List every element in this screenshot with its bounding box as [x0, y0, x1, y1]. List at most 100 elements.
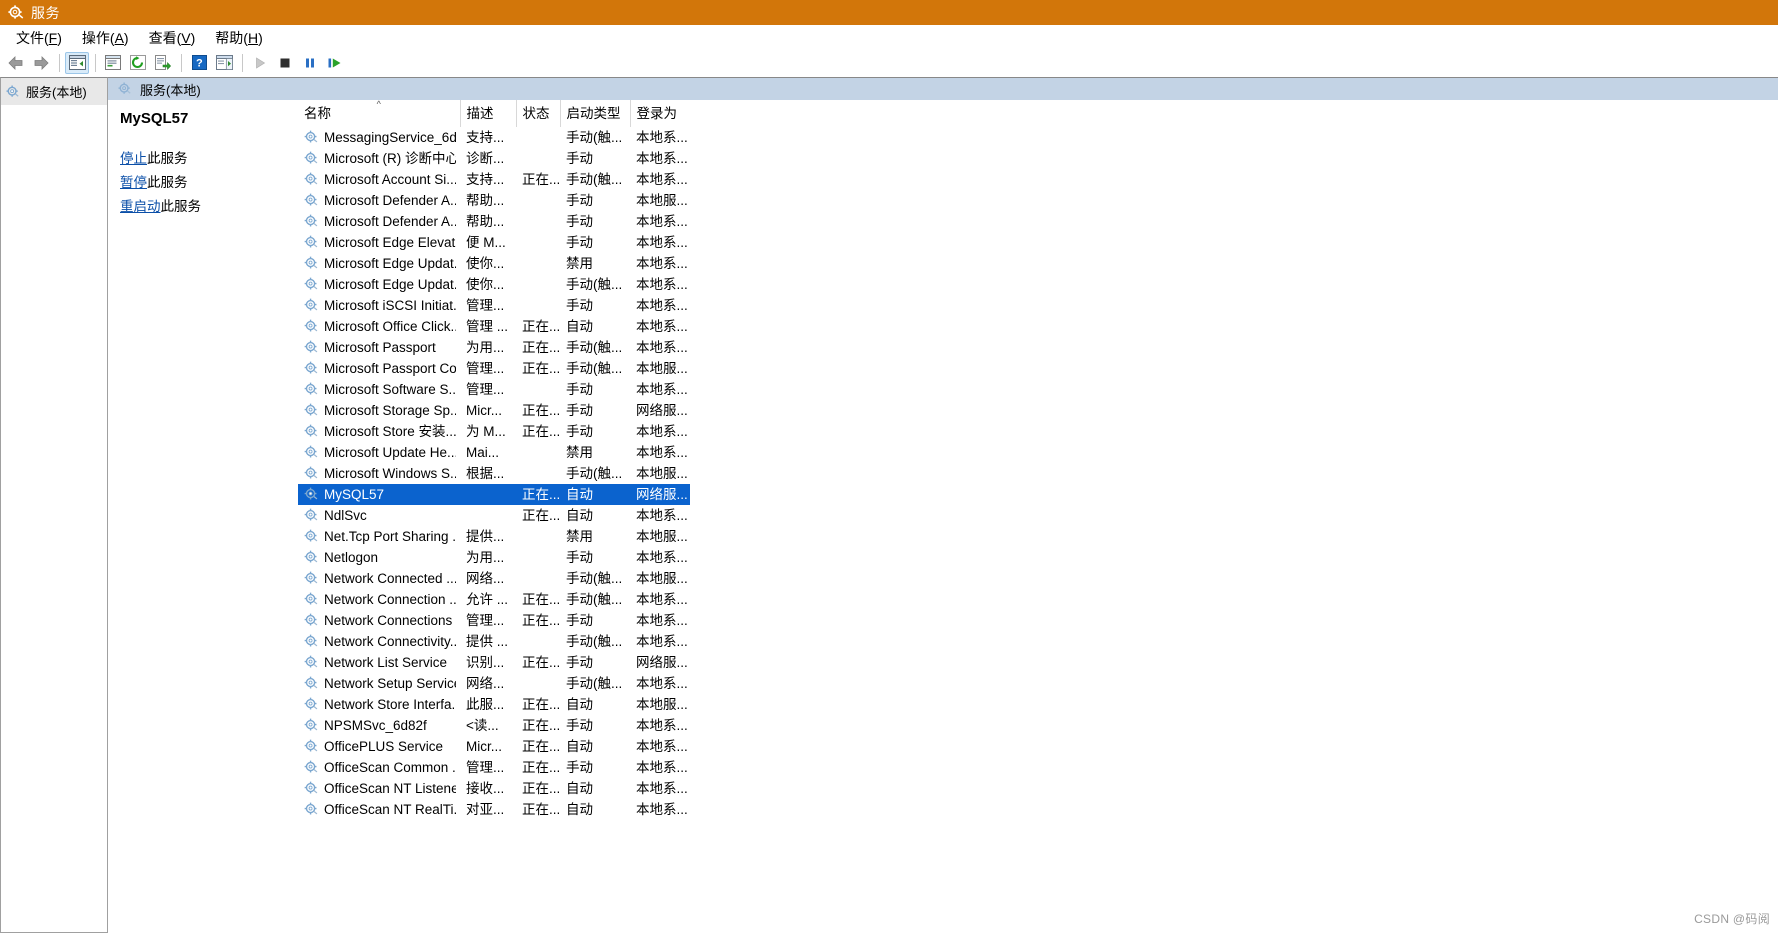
- service-gear-icon: [304, 634, 319, 649]
- menu-file[interactable]: 文件(F): [6, 26, 72, 50]
- table-row[interactable]: Network Connection ... 允许 ... 正在... 手动(触...…: [298, 589, 690, 610]
- stop-link-text[interactable]: 停止: [120, 151, 147, 166]
- column-header-description[interactable]: 描述: [460, 100, 517, 127]
- sidebar-item-label: 服务(本地): [26, 85, 87, 100]
- table-row[interactable]: Microsoft Account Si... 支持... 正在... 手动(触...…: [298, 169, 690, 190]
- stop-link-suffix: 此服务: [147, 151, 188, 166]
- cell-status: [516, 631, 560, 652]
- table-row[interactable]: MessagingService_6d... 支持... 手动(触... 本地系...: [298, 127, 690, 148]
- sidebar-item-services-local[interactable]: 服务(本地): [1, 78, 107, 105]
- table-row[interactable]: OfficeScan NT Listener 接收... 正在... 自动 本地系...: [298, 778, 690, 799]
- table-row[interactable]: Network List Service 识别... 正在... 手动 网络服...: [298, 652, 690, 673]
- column-header-startup-type[interactable]: 启动类型: [560, 100, 631, 127]
- cell-startup-type: 禁用: [566, 445, 593, 460]
- cell-service-name: Microsoft Software S...: [298, 379, 460, 400]
- cell-service-name: Microsoft Windows S...: [298, 463, 460, 484]
- table-row[interactable]: Microsoft Storage Sp... Micr... 正在... 手动 网络服…: [298, 400, 690, 421]
- cell-log-on-as: 本地系...: [636, 592, 688, 607]
- table-row[interactable]: Net.Tcp Port Sharing ... 提供... 禁用 本地服...: [298, 526, 690, 547]
- restart-link-text[interactable]: 重启动: [120, 199, 161, 214]
- cell-description: 允许 ...: [466, 592, 509, 607]
- table-row[interactable]: Microsoft Edge Updat... 使你... 禁用 本地系...: [298, 253, 690, 274]
- menu-file-accel: F: [48, 29, 58, 46]
- table-row[interactable]: Microsoft Passport Co... 管理... 正在... 手动(触..…: [298, 358, 690, 379]
- start-service-icon[interactable]: [248, 52, 272, 74]
- menu-view[interactable]: 查看(V): [139, 26, 206, 50]
- service-gear-icon: [304, 781, 319, 796]
- table-row[interactable]: Microsoft Edge Updat... 使你... 手动(触... 本地系..…: [298, 274, 690, 295]
- table-row[interactable]: Microsoft Defender A... 帮助... 手动 本地服...: [298, 190, 690, 211]
- table-row[interactable]: Network Store Interfa... 此服... 正在... 自动 本地服.…: [298, 694, 690, 715]
- service-name-text: Netlogon: [324, 550, 379, 565]
- cell-startup-type: 手动(触...: [566, 340, 623, 355]
- service-name-text: Microsoft Passport: [324, 340, 436, 355]
- table-row[interactable]: Microsoft iSCSI Initiat... 管理... 手动 本地系...: [298, 295, 690, 316]
- refresh-icon[interactable]: [126, 52, 150, 74]
- cell-description: 根据...: [466, 466, 505, 481]
- table-row[interactable]: Network Connections 管理... 正在... 手动 本地系...: [298, 610, 690, 631]
- cell-log-on-as: 本地系...: [636, 382, 688, 397]
- pause-service-icon[interactable]: [298, 52, 322, 74]
- table-row[interactable]: Microsoft Software S... 管理... 手动 本地系...: [298, 379, 690, 400]
- cell-service-name: Network Connected ...: [298, 568, 460, 589]
- properties-icon[interactable]: [101, 52, 125, 74]
- table-row[interactable]: NPSMSvc_6d82f <读... 正在... 手动 本地系...: [298, 715, 690, 736]
- cell-description: 接收...: [466, 781, 505, 796]
- table-row[interactable]: OfficeScan NT RealTi... 对亚... 正在... 自动 本地系..…: [298, 799, 690, 820]
- selected-service-name: MySQL57: [120, 110, 189, 127]
- table-row[interactable]: OfficePLUS Service Micr... 正在... 自动 本地系...: [298, 736, 690, 757]
- cell-log-on-as: 本地系...: [636, 130, 688, 145]
- menu-help[interactable]: 帮助(H): [205, 26, 272, 50]
- table-row[interactable]: Microsoft Office Click... 管理 ... 正在... 自动 本地…: [298, 316, 690, 337]
- table-row[interactable]: Network Setup Service 网络... 手动(触... 本地系...: [298, 673, 690, 694]
- table-row[interactable]: Network Connectivity... 提供 ... 手动(触... 本地系.…: [298, 631, 690, 652]
- table-row[interactable]: Microsoft Store 安装... 为 M... 正在... 手动 本地系...: [298, 421, 690, 442]
- stop-this-service-link[interactable]: 停止此服务: [120, 149, 286, 170]
- show-hide-console-tree-icon[interactable]: [65, 51, 89, 74]
- toolbar-separator: [59, 53, 60, 72]
- cell-log-on-as: 本地服...: [636, 571, 688, 586]
- pause-link-text[interactable]: 暂停: [120, 175, 147, 190]
- table-row[interactable]: Microsoft (R) 诊断中心... 诊断... 手动 本地系...: [298, 148, 690, 169]
- table-row[interactable]: OfficeScan Common ... 管理... 正在... 手动 本地系...: [298, 757, 690, 778]
- cell-description: 提供...: [466, 529, 505, 544]
- table-row[interactable]: Microsoft Edge Elevat... 便 M... 手动 本地系...: [298, 232, 690, 253]
- table-row[interactable]: Network Connected ... 网络... 手动(触... 本地服...: [298, 568, 690, 589]
- cell-log-on-as: 本地系...: [636, 340, 688, 355]
- service-name-text: Network Connection ...: [324, 592, 456, 607]
- service-gear-icon: [304, 802, 319, 817]
- cell-service-name: Netlogon: [298, 547, 460, 568]
- column-header-status[interactable]: 状态: [516, 100, 561, 127]
- column-header-log-on-as[interactable]: 登录为: [630, 100, 690, 127]
- cell-status: [516, 379, 560, 400]
- cell-service-name: Network List Service: [298, 652, 460, 673]
- restart-service-icon[interactable]: [323, 52, 347, 74]
- service-name-text: Microsoft Software S...: [324, 382, 456, 397]
- pause-this-service-link[interactable]: 暂停此服务: [120, 173, 286, 194]
- export-list-icon[interactable]: [151, 52, 175, 74]
- service-gear-icon: [304, 277, 319, 292]
- cell-description: 管理 ...: [466, 319, 509, 334]
- column-header-name[interactable]: ^ 名称: [298, 99, 461, 127]
- cell-description: 帮助...: [466, 193, 505, 208]
- table-row[interactable]: Microsoft Passport 为用... 正在... 手动(触... 本地系..…: [298, 337, 690, 358]
- stop-service-icon[interactable]: [273, 52, 297, 74]
- services-table: ^ 名称 描述 状态 启动类型 登录为 MessagingService_6d.…: [298, 99, 690, 820]
- table-row[interactable]: Netlogon 为用... 手动 本地系...: [298, 547, 690, 568]
- restart-this-service-link[interactable]: 重启动此服务: [120, 197, 286, 218]
- service-gear-icon: [304, 424, 319, 439]
- table-row[interactable]: MySQL57 正在... 自动 网络服...: [298, 484, 690, 505]
- column-header-name-label: 名称: [304, 106, 331, 121]
- table-row[interactable]: Microsoft Update He... Mai... 禁用 本地系...: [298, 442, 690, 463]
- back-arrow-icon[interactable]: [4, 52, 28, 74]
- show-action-pane-icon[interactable]: [212, 52, 236, 74]
- help-icon[interactable]: ?: [187, 52, 211, 74]
- right-pane: 服务(本地) MySQL57 停止此服务 暂停此服务 重启动此服务 ^ 名称 描…: [108, 77, 1778, 933]
- table-row[interactable]: Microsoft Windows S... 根据... 手动(触... 本地服...: [298, 463, 690, 484]
- table-row[interactable]: Microsoft Defender A... 帮助... 手动 本地系...: [298, 211, 690, 232]
- cell-startup-type: 手动: [566, 613, 593, 628]
- forward-arrow-icon[interactable]: [29, 52, 53, 74]
- service-gear-icon: [304, 697, 319, 712]
- menu-action[interactable]: 操作(A): [72, 26, 139, 50]
- table-row[interactable]: NdlSvc 正在... 自动 本地系...: [298, 505, 690, 526]
